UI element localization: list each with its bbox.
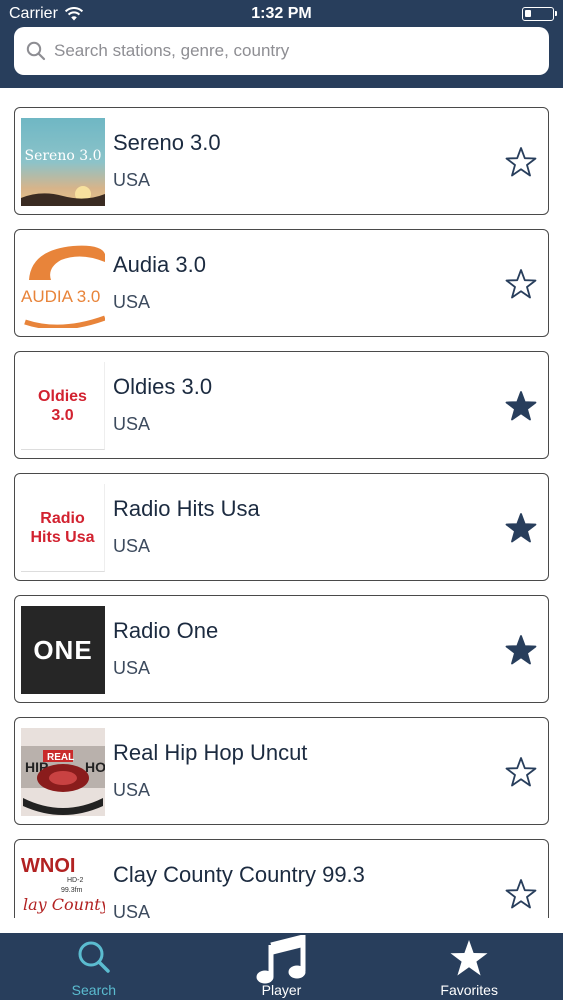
battery-icon [522,7,557,21]
station-logo: AUDIA 3.0 [21,240,105,328]
music-note-icon [256,935,305,984]
station-name: Radio One [113,618,219,643]
svg-text:99.3fm: 99.3fm [61,887,83,894]
station-card[interactable]: ONE Radio One USA [14,595,549,703]
favorite-star-filled-icon[interactable] [504,633,538,667]
station-card[interactable]: Sereno 3.0 Sereno 3.0 USA [14,107,549,215]
station-logo: WNOI HD-2 99.3fm lay County Country [21,850,105,918]
station-card[interactable]: Radio Hits Usa Radio Hits Usa USA [14,473,549,581]
station-country: USA [113,902,151,918]
svg-text:HD-2: HD-2 [67,877,83,884]
svg-text:HO: HO [85,759,105,775]
station-name: Oldies 3.0 [113,374,213,399]
search-input[interactable] [54,41,524,61]
header: Carrier 1:32 PM [0,0,563,88]
favorite-star-outline-icon[interactable] [504,877,538,911]
svg-text:lay County: lay County [23,895,105,914]
station-name: Clay County Country 99.3 [113,862,365,887]
station-country: USA [113,170,151,190]
station-name: Audia 3.0 [113,252,206,277]
station-card[interactable]: Oldies 3.0 Oldies 3.0 USA [14,351,549,459]
favorite-star-outline-icon[interactable] [504,267,538,301]
tab-label: Search [71,982,117,998]
search-bar[interactable] [14,27,549,75]
station-country: USA [113,414,151,434]
station-card[interactable]: WNOI HD-2 99.3fm lay County Country Clay… [14,839,549,918]
tab-bar: Search Player Favorites [0,933,563,1000]
search-icon [26,41,46,61]
station-country: USA [113,292,151,312]
logo-text: WNOI [21,855,75,877]
tab-label: Favorites [440,982,498,998]
station-name: Sereno 3.0 [113,130,221,155]
search-icon [78,941,110,973]
station-list[interactable]: Sereno 3.0 Sereno 3.0 USA AUDIA 3.0 Audi… [0,88,563,918]
station-country: USA [113,780,151,800]
station-name: Real Hip Hop Uncut [113,740,308,765]
app-screen: Carrier 1:32 PM Sereno 3.0 [0,0,563,1000]
favorite-star-outline-icon[interactable] [504,145,538,179]
favorite-star-outline-icon[interactable] [504,755,538,789]
station-card[interactable]: AUDIA 3.0 Audia 3.0 USA [14,229,549,337]
status-time: 1:32 PM [251,5,312,22]
star-icon [450,940,488,976]
station-logo: ONE [21,606,105,694]
station-logo: Oldies 3.0 [21,362,105,450]
svg-text:Country: Country [23,915,90,918]
tab-player[interactable]: Player [188,933,376,1000]
tab-search[interactable]: Search [0,933,188,1000]
favorite-star-filled-icon[interactable] [504,511,538,545]
station-logo: Sereno 3.0 [21,118,105,206]
station-card[interactable]: HIP HO REAL Real Hip Hop Uncut USA [14,717,549,825]
status-bar: Carrier 1:32 PM [0,0,563,28]
station-name: Radio Hits Usa [113,496,260,521]
station-logo: HIP HO REAL [21,728,105,816]
tab-favorites[interactable]: Favorites [375,933,563,1000]
station-country: USA [113,536,151,556]
station-logo: Radio Hits Usa [21,484,105,572]
favorite-star-filled-icon[interactable] [504,389,538,423]
station-country: USA [113,658,151,678]
logo-text: REAL [47,752,74,763]
logo-text: AUDIA 3.0 [21,287,100,306]
